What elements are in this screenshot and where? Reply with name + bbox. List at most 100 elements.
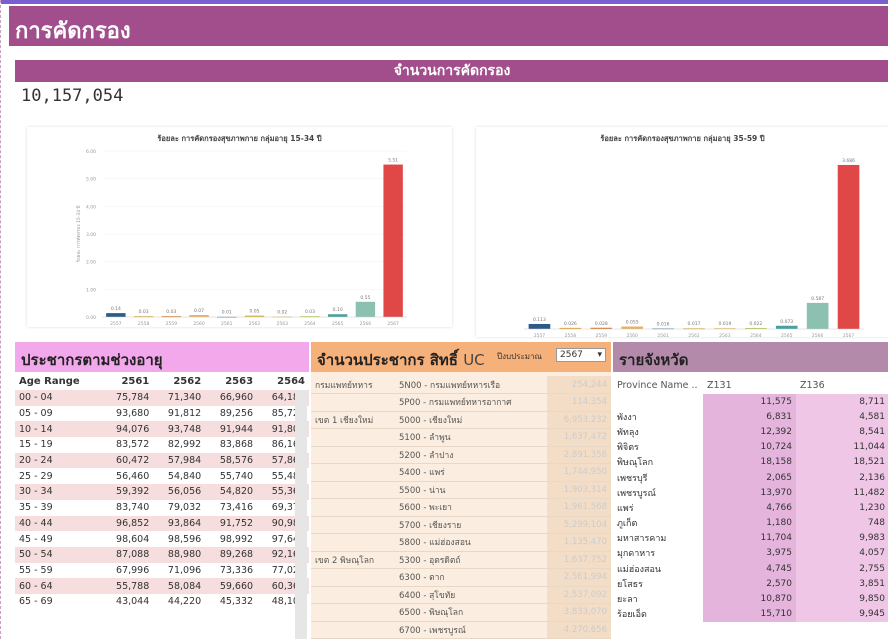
table-row[interactable]: 30 - 34 59,392 56,056 54,820 55,360 [15, 484, 309, 500]
age-cell: 93,748 [167, 423, 202, 435]
table-row[interactable]: 5200 - ลำปาง 2,891,356 [311, 446, 611, 464]
age-cell: 91,944 [219, 423, 254, 435]
age-cell: 91,812 [167, 408, 202, 420]
table-row[interactable]: 00 - 04 75,784 71,340 66,960 64,180 [15, 390, 309, 406]
table-row[interactable]: ยโสธร 2,570 3,851 [613, 576, 888, 592]
table-row[interactable]: 45 - 49 98,604 98,596 98,992 97,648 [15, 531, 309, 547]
chart-left[interactable]: ร้อยละ การคัดกรองสุขภาพกาย กลุ่มอายุ 15-… [27, 127, 452, 327]
x-tick-label: 2561 [221, 321, 233, 327]
chart-right[interactable]: ร้อยละ การคัดกรองสุขภาพกาย กลุ่มอายุ 35-… [476, 127, 888, 337]
table-row[interactable]: พัทลุง 12,392 8,541 [613, 424, 888, 440]
province-cell [613, 394, 703, 410]
year-select[interactable]: 2567 ▾ [556, 348, 606, 362]
age-cell: 54,840 [167, 470, 202, 482]
table-row[interactable]: พังงา 6,831 4,581 [613, 409, 888, 425]
age-col-header[interactable]: 2563 [205, 372, 257, 390]
province-panel-title: รายจังหวัด [613, 342, 888, 372]
table-row[interactable]: พิษณุโลก 18,158 18,521 [613, 454, 888, 470]
age-cell: 87,088 [116, 549, 150, 561]
data-label: 0.026 [564, 321, 577, 327]
table-row[interactable]: เพชรบูรณ์ 13,970 11,482 [613, 485, 888, 501]
age-cell: 73,336 [219, 564, 254, 576]
table-row[interactable]: 5600 - พะเยา 1,961,568 [311, 498, 611, 517]
table-row[interactable]: 5P00 - กรมแพทย์ทหารอากาศ 114,354 [311, 393, 611, 412]
province-cell: 10,724 [703, 439, 796, 455]
data-label: 0.14 [111, 306, 121, 312]
province-col-header[interactable]: Z131 [703, 376, 796, 394]
province-cell: ยโสธร [613, 576, 703, 592]
table-row[interactable]: ร้อยเอ็ด 15,710 9,945 [613, 606, 888, 622]
province-col-header[interactable]: Province Name .. [613, 376, 703, 394]
x-tick-label: 2557 [110, 321, 122, 327]
table-row[interactable]: 65 - 69 43,044 44,220 45,332 48,108 [15, 593, 309, 610]
province-cell: 11,044 [796, 439, 888, 455]
x-tick-label: 2558 [138, 321, 150, 327]
province-cell: 4,057 [796, 545, 888, 562]
uc-cell: 1,961,568 [546, 498, 611, 517]
bar [837, 164, 860, 329]
x-tick-label: 2567 [387, 321, 399, 327]
table-row[interactable]: แม่ฮ่องสอน 4,745 2,755 [613, 561, 888, 577]
age-col-header[interactable]: Age Range [15, 372, 101, 390]
uc-cell: เขต 1 เชียงใหม่ [311, 411, 395, 429]
table-row[interactable]: 25 - 29 56,460 54,840 55,740 55,488 [15, 468, 309, 485]
age-cell: 71,340 [167, 392, 202, 404]
table-row[interactable]: 60 - 64 55,788 58,084 59,660 60,364 [15, 578, 309, 594]
y-axis-label: ร้อยละ การคัดกรอง 15-34 ปี [76, 205, 82, 262]
table-row[interactable]: กรมแพทย์ทหาร 5N00 - กรมแพทย์ทหารเรือ 254,2… [311, 376, 611, 394]
table-row[interactable]: มุกดาหาร 3,975 4,057 [613, 545, 888, 562]
table-row[interactable]: ยะลา 10,870 9,850 [613, 591, 888, 607]
table-row[interactable]: 05 - 09 93,680 91,812 89,256 85,720 [15, 405, 309, 422]
table-row[interactable]: 35 - 39 83,740 79,032 73,416 69,372 [15, 499, 309, 516]
table-row[interactable]: 15 - 19 83,572 82,992 83,868 86,164 [15, 437, 309, 453]
uc-table: กรมแพทย์ทหาร 5N00 - กรมแพทย์ทหารเรือ 254,2… [311, 376, 611, 639]
y-tick-label: 0.00 [86, 315, 96, 321]
table-row[interactable]: เขต 2 พิษณุโลก 5300 - อุตรดิตถ์ 1,637,752 [311, 551, 611, 569]
table-row[interactable]: 5700 - เชียงราย 5,299,104 [311, 516, 611, 534]
table-row[interactable]: 6400 - สุโขทัย 2,537,092 [311, 586, 611, 604]
age-scrollbar[interactable] [295, 390, 307, 639]
uc-cell [311, 533, 395, 552]
age-col-header[interactable]: 2562 [153, 372, 205, 390]
province-col-header[interactable]: Z136 [796, 376, 888, 394]
table-row[interactable]: 6500 - พิษณุโลก 3,833,070 [311, 603, 611, 622]
y-tick-label: 6.00 [86, 149, 96, 155]
y-tick-label: 4.00 [86, 204, 96, 210]
province-cell: 9,983 [796, 530, 888, 546]
table-row[interactable]: 5100 - ลำพูน 1,637,472 [311, 428, 611, 447]
table-row[interactable]: เพชรบุรี 2,065 2,136 [613, 469, 888, 486]
table-row[interactable]: 20 - 24 60,472 57,984 58,576 57,860 [15, 452, 309, 469]
table-row[interactable]: 6700 - เพชรบูรณ์ 4,270,656 [311, 621, 611, 639]
table-row[interactable]: 50 - 54 87,088 88,980 89,268 92,164 [15, 546, 309, 563]
table-row[interactable]: 5500 - น่าน 1,903,314 [311, 481, 611, 499]
uc-cell [311, 393, 395, 412]
province-cell: 2,136 [796, 469, 888, 486]
age-col-header[interactable]: 2561 [101, 372, 153, 390]
age-cell: 66,960 [219, 392, 254, 404]
table-row[interactable]: 11,575 8,711 [613, 394, 888, 410]
table-row[interactable]: 5400 - แพร่ 1,744,950 [311, 463, 611, 482]
uc-panel: จำนวนประชากร สิทธิ์ UC ปีงบประมาณ 2567 ▾ … [311, 342, 611, 639]
table-row[interactable]: มหาสารคาม 11,704 9,983 [613, 530, 888, 546]
table-row[interactable]: ภูเก็ต 1,180 748 [613, 515, 888, 531]
table-row[interactable]: เขต 1 เชียงใหม่ 5000 - เชียงใหม่ 6,953,232 [311, 411, 611, 429]
table-row[interactable]: แพร่ 4,766 1,230 [613, 500, 888, 516]
uc-cell: 1,903,314 [546, 481, 611, 499]
bar [775, 325, 798, 329]
province-cell: 8,541 [796, 424, 888, 440]
table-row[interactable]: 5800 - แม่ฮ่องสอน 1,135,470 [311, 533, 611, 552]
age-cell: 44,220 [167, 596, 202, 608]
table-row[interactable]: 40 - 44 96,852 93,864 91,752 90,984 [15, 515, 309, 532]
table-row[interactable]: 55 - 59 67,996 71,096 73,336 77,028 [15, 562, 309, 579]
uc-cell: 6300 - ตาก [395, 568, 547, 587]
age-cell: 00 - 04 [19, 392, 53, 404]
table-row[interactable]: 10 - 14 94,076 93,748 91,944 91,808 [15, 421, 309, 438]
uc-cell: 2,561,994 [546, 568, 611, 587]
table-row[interactable]: พิจิตร 10,724 11,044 [613, 439, 888, 455]
uc-cell: 6400 - สุโขทัย [395, 586, 547, 604]
age-col-header[interactable]: 2564 [257, 372, 309, 390]
uc-cell: 5200 - ลำปาง [395, 446, 547, 464]
table-row[interactable]: 6300 - ตาก 2,561,994 [311, 568, 611, 587]
province-cell: 11,704 [703, 530, 796, 546]
uc-cell: 6500 - พิษณุโลก [395, 603, 547, 622]
